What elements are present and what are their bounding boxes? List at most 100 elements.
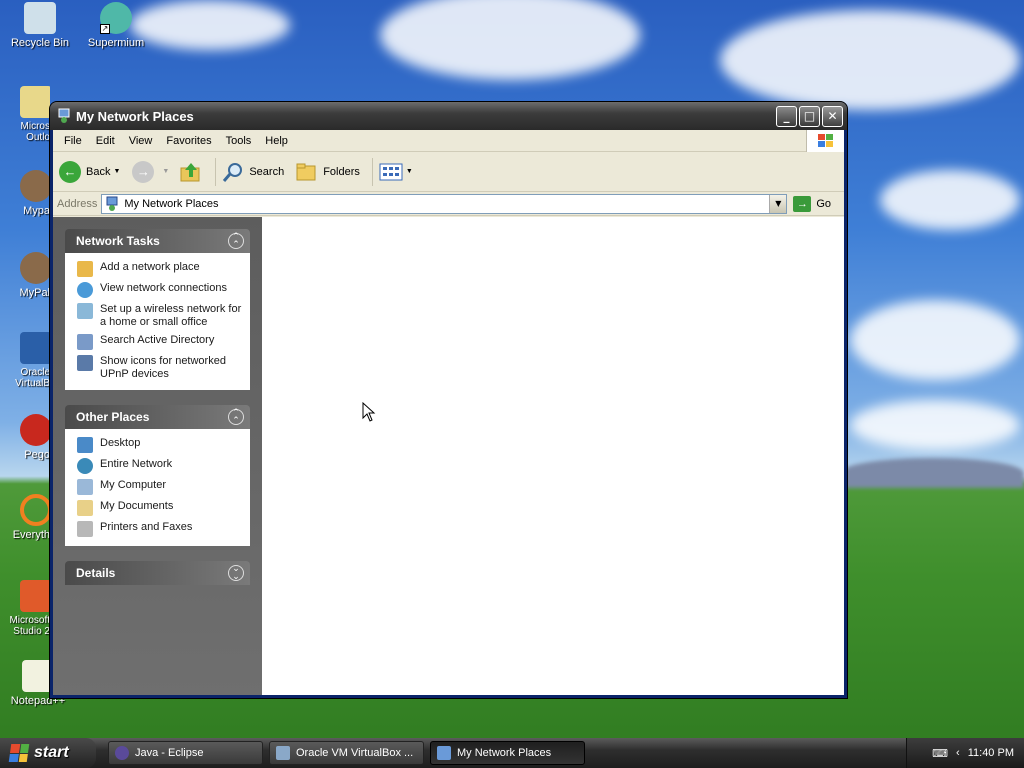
menu-file[interactable]: File (57, 135, 89, 147)
desktop-icon (77, 437, 93, 453)
explorer-window: My Network Places _ □ ✕ File Edit View F… (50, 102, 847, 698)
chevron-down-icon[interactable]: ▼ (162, 168, 169, 175)
toolbar: ← Back ▼ → ▼ Search Folders ▼ (53, 152, 844, 192)
show-hidden-icons-icon[interactable]: ‹ (956, 747, 960, 759)
place-entire-network[interactable]: Entire Network (77, 456, 242, 477)
task-setup-wireless[interactable]: Set up a wireless network for a home or … (77, 301, 242, 332)
desktop-icon-virtualbox[interactable]: Oracle VirtualB (0, 332, 50, 389)
task-add-network-place[interactable]: Add a network place (77, 259, 242, 280)
desktop-icon-pego[interactable]: Pego (0, 414, 50, 461)
network-tasks-header[interactable]: Network Tasks ⌃ ⌃ (65, 229, 250, 253)
window-title: My Network Places (76, 108, 194, 124)
place-desktop[interactable]: Desktop (77, 435, 242, 456)
go-button[interactable]: → Go (793, 195, 832, 212)
back-arrow-icon: ← (59, 160, 81, 183)
address-label: Address (57, 197, 98, 210)
desktop-icon-recycle-bin[interactable]: Recycle Bin (0, 2, 80, 49)
virtualbox-icon (276, 746, 290, 760)
place-printers-faxes[interactable]: Printers and Faxes (77, 519, 242, 540)
desktop-icon-mypal[interactable]: MyPal (0, 252, 50, 299)
my-computer-icon (77, 479, 93, 495)
toolbar-separator (215, 157, 217, 186)
entire-network-icon (77, 458, 93, 474)
place-label: Printers and Faxes (100, 521, 193, 533)
menu-bar: File Edit View Favorites Tools Help (53, 130, 844, 152)
maximize-button[interactable]: □ (799, 105, 820, 127)
add-network-place-icon (77, 261, 93, 277)
desktop-icon-visual-studio[interactable]: Microsoft Studio 2 (0, 580, 50, 637)
folders-label: Folders (323, 165, 360, 178)
start-button[interactable]: start (0, 738, 96, 768)
task-label: Search Active Directory (100, 334, 215, 346)
menu-edit[interactable]: Edit (89, 135, 122, 147)
menu-help[interactable]: Help (258, 135, 295, 147)
virtualbox-icon (20, 332, 50, 364)
desktop-icon-everything[interactable]: Everyth (0, 494, 50, 541)
file-list-area[interactable] (262, 217, 844, 695)
other-places-title: Other Places (76, 410, 150, 424)
place-label: Entire Network (100, 458, 173, 470)
collapse-icon[interactable]: ⌃ ⌃ (228, 409, 244, 426)
place-my-documents[interactable]: My Documents (77, 498, 242, 519)
windows-logo-icon (806, 130, 844, 152)
taskbar-button-eclipse[interactable]: Java - Eclipse (108, 741, 263, 765)
forward-arrow-icon: → (132, 160, 155, 183)
keyboard-icon[interactable]: ⌨ (932, 747, 948, 760)
back-button[interactable]: ← Back ▼ (59, 160, 120, 183)
everything-icon (20, 494, 50, 526)
window-body: File Edit View Favorites Tools Help ← Ba… (53, 130, 844, 695)
mypal-icon (20, 252, 50, 284)
network-tasks-body: Add a network place View network connect… (65, 253, 250, 390)
up-folder-button[interactable] (179, 160, 203, 184)
title-bar[interactable]: My Network Places _ □ ✕ (50, 102, 847, 130)
search-button[interactable]: Search (222, 161, 284, 183)
desktop-icon-label: Recycle Bin (10, 37, 70, 49)
desktop-icon-label: Micros Outlo (20, 121, 50, 143)
place-my-computer[interactable]: My Computer (77, 477, 242, 498)
forward-button[interactable]: → ▼ (132, 160, 169, 183)
chevron-down-icon[interactable]: ▼ (113, 168, 120, 175)
search-icon (223, 162, 243, 182)
menu-tools[interactable]: Tools (219, 135, 259, 147)
views-button[interactable]: ▼ (379, 162, 413, 182)
menu-favorites[interactable]: Favorites (159, 135, 218, 147)
desktop-icon-label: MyPal (19, 287, 50, 299)
address-dropdown-button[interactable]: ▼ (769, 194, 787, 213)
collapse-icon[interactable]: ⌃ ⌃ (228, 233, 244, 250)
go-arrow-icon: → (793, 195, 812, 212)
menu-view[interactable]: View (122, 135, 160, 147)
task-search-active-directory[interactable]: Search Active Directory (77, 332, 242, 353)
desktop-icon-mypa[interactable]: Mypa (0, 170, 50, 217)
taskbar: start Java - Eclipse Oracle VM VirtualBo… (0, 738, 1024, 768)
my-documents-icon (77, 500, 93, 516)
clock[interactable]: 11:40 PM (968, 747, 1014, 759)
network-connections-icon (77, 282, 93, 298)
supermium-icon: ↗ (100, 2, 132, 34)
views-icon (379, 163, 403, 180)
eclipse-icon (115, 746, 129, 760)
desktop-icon-outlook[interactable]: Micros Outlo (0, 86, 50, 143)
taskbar-button-label: Java - Eclipse (135, 747, 204, 759)
address-field[interactable]: My Network Places ▼ (101, 193, 788, 214)
desktop-icon-supermium[interactable]: ↗ Supermium (76, 2, 156, 49)
other-places-panel: Other Places ⌃⌃ Desktop Entire Network (65, 405, 250, 546)
pego-icon (20, 414, 50, 446)
chevron-down-icon: ▼ (405, 168, 413, 175)
visual-studio-icon (20, 580, 50, 612)
folders-button[interactable]: Folders (296, 162, 360, 182)
other-places-header[interactable]: Other Places ⌃ ⌃ (65, 405, 250, 429)
details-header[interactable]: Details ⌄ ⌄ (65, 561, 250, 585)
close-button[interactable]: ✕ (822, 105, 843, 127)
minimize-button[interactable]: _ (776, 105, 797, 127)
printer-icon (77, 521, 93, 537)
taskbar-button-virtualbox[interactable]: Oracle VM VirtualBox ... (269, 741, 424, 765)
taskbar-button-my-network-places[interactable]: My Network Places (430, 741, 585, 765)
task-show-upnp-icons[interactable]: Show icons for networked UPnP devices (77, 353, 242, 384)
go-label: Go (816, 197, 832, 210)
task-label: Set up a wireless network for a home or … (100, 303, 242, 328)
task-view-network-connections[interactable]: View network connections (77, 280, 242, 301)
mouse-cursor-icon (362, 402, 376, 422)
search-directory-icon (77, 334, 93, 350)
recycle-bin-icon (24, 2, 56, 34)
expand-icon[interactable]: ⌄ ⌄ (228, 565, 244, 582)
